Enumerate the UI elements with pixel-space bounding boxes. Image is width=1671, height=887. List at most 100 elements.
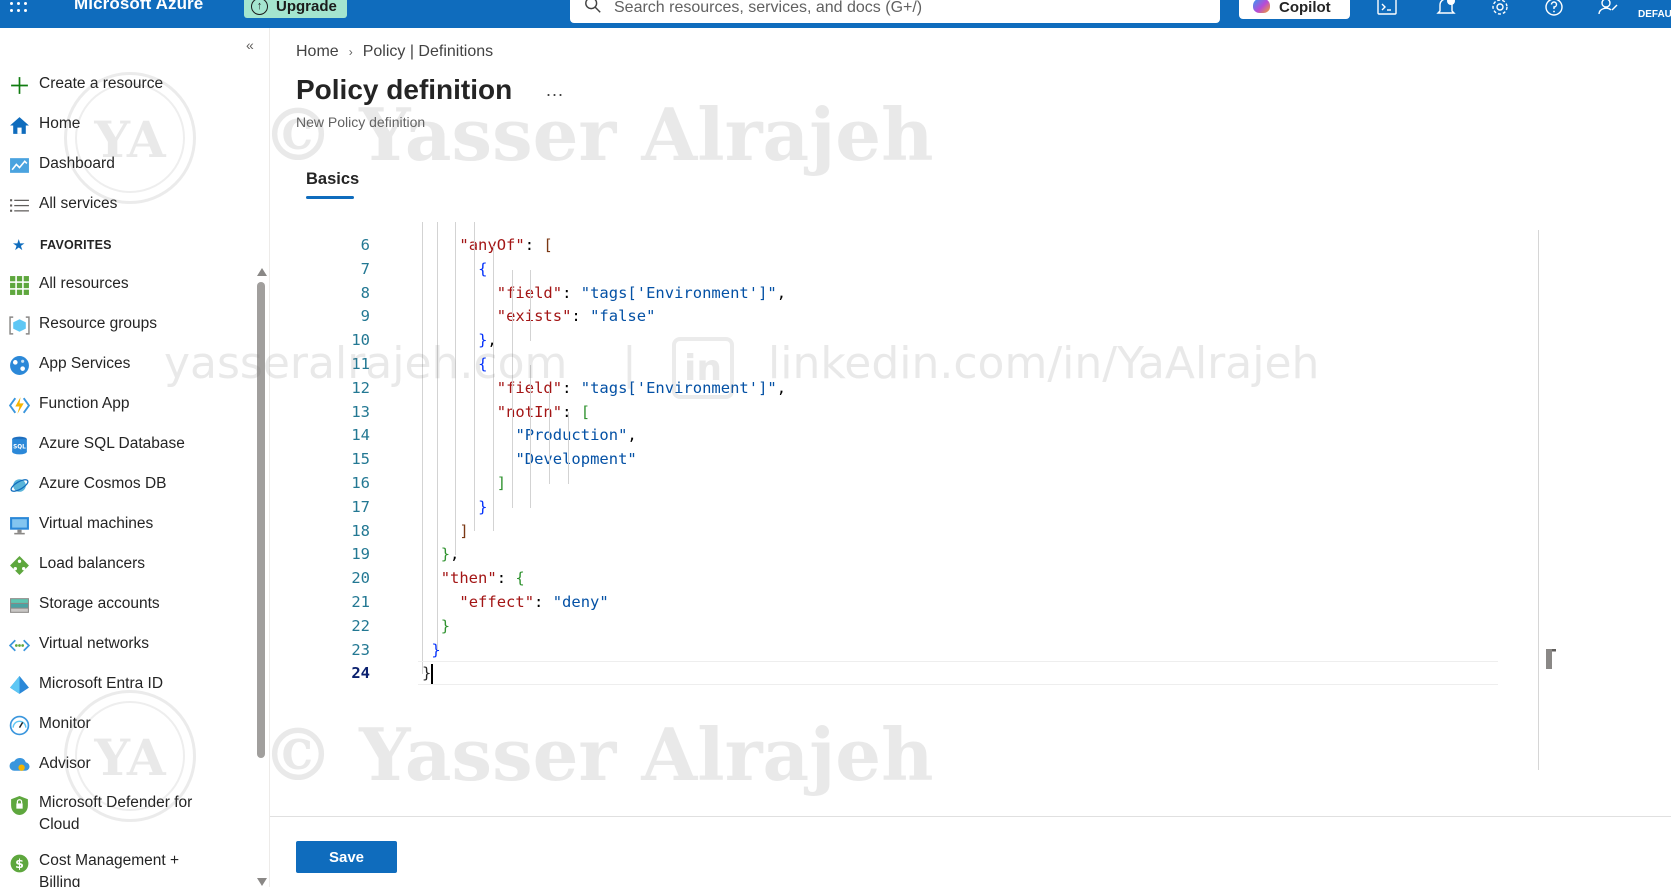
sidebar-scroll-thumb[interactable] (257, 282, 265, 758)
code-line[interactable]: 22 } (320, 615, 1480, 639)
line-number: 16 (351, 474, 370, 492)
editor-scrollbar-edge (1538, 230, 1539, 770)
sidebar-item-label: Virtual networks (39, 635, 149, 652)
resource-group-icon (9, 316, 30, 335)
sidebar-item-virtual-networks[interactable]: Virtual networks (0, 626, 250, 662)
code-line[interactable]: 7 { (320, 258, 1480, 282)
brand-title[interactable]: Microsoft Azure (74, 0, 203, 14)
sidebar-item-label: Virtual machines (39, 515, 154, 532)
line-number: 10 (351, 331, 370, 350)
tab-basics[interactable]: Basics (306, 170, 359, 189)
footer-divider (270, 816, 1671, 817)
line-number: 20 (351, 569, 370, 588)
line-number: 21 (351, 593, 370, 611)
chevron-right-icon: › (348, 45, 353, 59)
code-text: "effect": "deny" (459, 593, 609, 611)
line-number: 23 (351, 640, 370, 659)
sidebar-item-create-resource[interactable]: Create a resource (0, 66, 250, 102)
sidebar-item-label: Azure SQL Database (39, 435, 185, 452)
sidebar-item-app-services[interactable]: App Services (0, 346, 250, 382)
sidebar-item-label: Load balancers (39, 555, 145, 572)
sidebar-item-all-resources[interactable]: All resources (0, 266, 250, 302)
upgrade-arrow-icon: ↑ (251, 0, 268, 15)
settings-icon[interactable] (1489, 0, 1511, 18)
sidebar-item-cost-management[interactable]: $ Cost Management + Billing (0, 844, 250, 887)
code-line[interactable]: 10 }, (320, 329, 1480, 353)
indent-guide (511, 269, 513, 508)
advisor-icon (9, 757, 30, 771)
sidebar-scrollbar[interactable] (256, 268, 267, 887)
sidebar-item-load-balancers[interactable]: Load balancers (0, 546, 250, 582)
directory-label[interactable]: DEFAU (1638, 9, 1671, 20)
copilot-button[interactable]: Copilot (1239, 0, 1350, 19)
text-caret (431, 664, 434, 685)
scroll-down-icon[interactable] (257, 878, 267, 886)
code-line[interactable]: 11 { (320, 353, 1480, 377)
code-line[interactable]: 8 "field": "tags['Environment']", (320, 282, 1480, 306)
policy-json-editor[interactable]: 6 "anyOf": [7 {8 "field": "tags['Environ… (320, 222, 1540, 770)
help-icon[interactable] (1543, 0, 1565, 18)
save-button[interactable]: Save (296, 841, 397, 873)
code-text: "exists": "false" (496, 307, 656, 326)
cloud-shell-icon[interactable] (1376, 0, 1398, 18)
upgrade-button[interactable]: ↑ Upgrade (244, 0, 347, 18)
sidebar-item-label: Resource groups (39, 315, 158, 332)
dashboard-icon (10, 158, 29, 173)
code-line[interactable]: 21 "effect": "deny" (320, 591, 1480, 615)
sidebar-item-azure-cosmos-db[interactable]: Azure Cosmos DB (0, 466, 250, 502)
global-search-input[interactable]: Search resources, services, and docs (G+… (570, 0, 1220, 23)
code-line[interactable]: 23 } (320, 639, 1480, 663)
indent-guide (548, 388, 550, 484)
sidebar-item-label: Monitor (39, 715, 91, 732)
indent-guide (436, 222, 438, 651)
sidebar-item-function-app[interactable]: Function App (0, 386, 250, 422)
code-line[interactable]: 6 "anyOf": [ (320, 234, 1480, 258)
breadcrumb-home-link[interactable]: Home (296, 43, 339, 61)
sidebar-item-monitor[interactable]: Monitor (0, 706, 250, 742)
sidebar-item-label: Storage accounts (39, 595, 160, 612)
line-number: 8 (360, 283, 370, 302)
current-line-highlight (418, 661, 1498, 686)
code-line[interactable]: 17 } (320, 496, 1480, 520)
portal-sidebar: « Create a resource Home Dashboard All s… (0, 28, 270, 887)
sidebar-item-advisor[interactable]: Advisor (0, 746, 250, 782)
feedback-icon[interactable] (1597, 0, 1619, 18)
sidebar-item-dashboard[interactable]: Dashboard (0, 146, 250, 182)
plus-icon (11, 77, 28, 94)
breadcrumb-policy-definitions-link[interactable]: Policy | Definitions (363, 43, 493, 61)
sidebar-item-label: Azure Cosmos DB (39, 475, 167, 492)
app-services-icon (10, 356, 29, 375)
more-options-icon[interactable]: ... (546, 80, 564, 101)
sidebar-item-resource-groups[interactable]: Resource groups (0, 306, 250, 342)
code-text: "field": "tags['Environment']", (497, 378, 787, 397)
scroll-up-icon[interactable] (257, 268, 267, 276)
notifications-icon[interactable] (1435, 0, 1457, 18)
code-line[interactable]: 20 "then": { (320, 567, 1480, 591)
collapse-sidebar-icon[interactable]: « (246, 37, 254, 53)
star-icon: ★ (12, 237, 26, 254)
indent-guide (492, 245, 494, 532)
code-line[interactable]: 12 "field": "tags['Environment']", (320, 377, 1480, 401)
sidebar-item-all-services[interactable]: All services (0, 186, 250, 222)
sidebar-item-virtual-machines[interactable]: Virtual machines (0, 506, 250, 542)
sidebar-item-label: Dashboard (39, 155, 115, 172)
portal-menu-icon[interactable] (8, 0, 32, 14)
code-line[interactable]: 13 "notIn": [ (320, 401, 1480, 425)
code-line[interactable]: 14 "Production", (320, 424, 1480, 448)
code-line[interactable]: 16 ] (320, 472, 1480, 496)
line-number: 18 (351, 521, 370, 540)
sidebar-item-microsoft-defender-for-cloud[interactable]: Microsoft Defender for Cloud (0, 786, 250, 833)
breadcrumb: Home › Policy | Definitions (296, 43, 493, 61)
sidebar-item-label: Home (39, 115, 81, 132)
sidebar-item-azure-sql-database[interactable]: SQL Azure SQL Database (0, 426, 250, 462)
code-line[interactable]: 18 ] (320, 520, 1480, 544)
sidebar-item-storage-accounts[interactable]: Storage accounts (0, 586, 250, 622)
sidebar-item-home[interactable]: Home (0, 106, 250, 142)
sidebar-item-microsoft-entra-id[interactable]: Microsoft Entra ID (0, 666, 250, 702)
code-text: "anyOf": [ (459, 236, 553, 254)
code-line[interactable]: 15 "Development" (320, 448, 1480, 472)
indent-guide (474, 222, 476, 532)
code-line[interactable]: 19 }, (320, 543, 1480, 567)
storage-icon (10, 598, 29, 613)
code-line[interactable]: 9 "exists": "false" (320, 305, 1480, 329)
